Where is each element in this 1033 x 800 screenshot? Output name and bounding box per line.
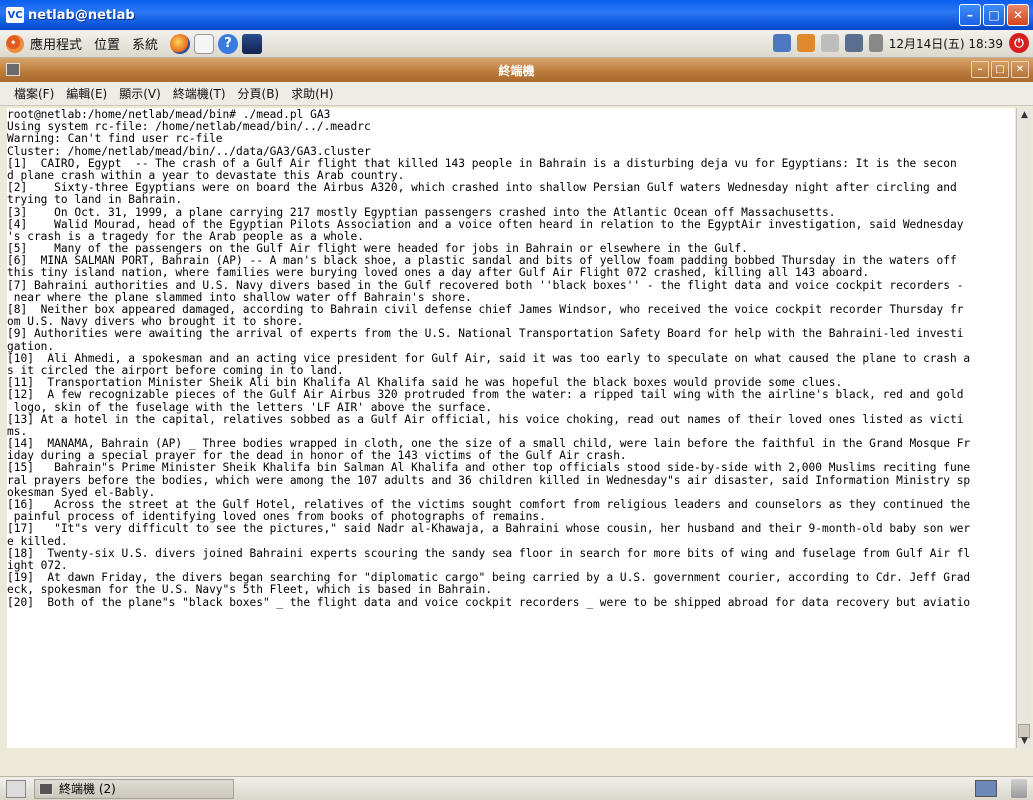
terminal-line: gation.	[7, 339, 55, 353]
menu-edit[interactable]: 編輯(E)	[66, 85, 107, 102]
update-notifier-icon[interactable]	[772, 34, 791, 52]
system-tray: 12月14日(五) 18:39 ⏻	[772, 33, 1029, 53]
printer-icon[interactable]	[820, 34, 839, 52]
monitor-icon[interactable]	[844, 34, 863, 52]
terminal-line: Warning: Can't find user rc-file	[7, 132, 223, 146]
terminal-window-icon[interactable]	[6, 63, 20, 76]
terminal-line: [17] "It"s very difficult to see the pic…	[7, 522, 971, 536]
power-icon[interactable]: ⏻	[1009, 33, 1029, 53]
show-desktop-button[interactable]	[6, 779, 26, 798]
terminal-title: 終端機	[498, 63, 535, 78]
terminal-line: [7] Bahraini authorities and U.S. Navy d…	[7, 278, 964, 292]
terminal-scrollbar[interactable]: ▲ ▼	[1016, 108, 1031, 748]
menu-tabs[interactable]: 分頁(B)	[238, 85, 280, 102]
terminal-line: [18] Twenty-six U.S. divers joined Bahra…	[7, 546, 971, 560]
menu-help[interactable]: 求助(H)	[291, 85, 333, 102]
menu-file[interactable]: 檔案(F)	[14, 85, 54, 102]
terminal-minimize-button[interactable]: –	[971, 61, 989, 78]
terminal-line: [15] Bahrain"s Prime Minister Sheik Khal…	[7, 461, 971, 475]
gnome-top-panel: 應用程式 位置 系統 ? 12月14日(五) 18:39 ⏻	[0, 30, 1033, 58]
menu-places[interactable]: 位置	[94, 34, 120, 53]
maximize-button[interactable]: □	[983, 4, 1005, 26]
terminal-window-controls: – □ ✕	[971, 61, 1029, 78]
terminal-output[interactable]: root@netlab:/home/netlab/mead/bin# ./mea…	[7, 108, 1015, 748]
trash-icon[interactable]	[1011, 779, 1027, 798]
terminal-line: [9] Authorities were awaiting the arriva…	[7, 327, 964, 341]
panel-clock[interactable]: 12月14日(五) 18:39	[889, 35, 1003, 52]
menu-applications[interactable]: 應用程式	[30, 34, 82, 53]
terminal-maximize-button[interactable]: □	[991, 61, 1009, 78]
vnc-app-icon: VC	[6, 7, 24, 23]
terminal-line: ral prayers before the bodies, which wer…	[7, 473, 971, 487]
terminal-line: trying to land in Bahrain.	[7, 193, 183, 207]
help-launcher-icon[interactable]: ?	[218, 33, 239, 54]
terminal-line: [12] A few recognizable pieces of the Gu…	[7, 388, 964, 402]
network-icon[interactable]	[796, 34, 815, 52]
mail-launcher-icon[interactable]	[194, 33, 215, 54]
terminal-line: [13] At a hotel in the capital, relative…	[7, 412, 964, 426]
taskbar-terminal-label: 終端機 (2)	[59, 782, 116, 796]
scroll-down-arrow-icon[interactable]: ▼	[1017, 734, 1032, 748]
window-controls: – □ ✕	[959, 4, 1029, 26]
workspace-switcher[interactable]	[975, 780, 997, 797]
terminal-line: logo, skin of the fuselage with the lett…	[7, 400, 492, 414]
terminal-menubar: 檔案(F) 編輯(E) 顯示(V) 終端機(T) 分頁(B) 求助(H)	[0, 82, 1033, 106]
terminal-line: eck, spokesman for the U.S. Navy"s 5th F…	[7, 583, 492, 597]
terminal-task-icon	[39, 782, 53, 795]
minimize-button[interactable]: –	[959, 4, 981, 26]
terminal-launcher-icon[interactable]	[242, 33, 263, 54]
terminal-line: this tiny island nation, where families …	[7, 266, 870, 280]
gnome-bottom-panel: 終端機 (2)	[0, 776, 1033, 800]
terminal-close-button[interactable]: ✕	[1011, 61, 1029, 78]
terminal-line: Cluster: /home/netlab/mead/bin/../data/G…	[7, 144, 371, 158]
gnome-foot-icon[interactable]	[6, 34, 24, 53]
window-titlebar[interactable]: VC netlab@netlab – □ ✕	[0, 0, 1033, 30]
terminal-line: [20] Both of the plane"s "black boxes" _…	[7, 595, 971, 609]
volume-icon[interactable]	[868, 34, 883, 52]
menu-system[interactable]: 系統	[132, 34, 158, 53]
scroll-up-arrow-icon[interactable]: ▲	[1017, 108, 1032, 122]
firefox-launcher-icon[interactable]	[170, 33, 191, 54]
menu-terminal[interactable]: 終端機(T)	[173, 85, 226, 102]
close-button[interactable]: ✕	[1007, 4, 1029, 26]
menu-view[interactable]: 顯示(V)	[119, 85, 161, 102]
window-title: netlab@netlab	[28, 7, 135, 23]
terminal-line: e killed.	[7, 534, 68, 548]
terminal-titlebar[interactable]: 終端機 – □ ✕	[0, 58, 1033, 82]
terminal-line: [3] On Oct. 31, 1999, a plane carrying 2…	[7, 205, 836, 219]
taskbar-terminal-button[interactable]: 終端機 (2)	[34, 778, 234, 799]
